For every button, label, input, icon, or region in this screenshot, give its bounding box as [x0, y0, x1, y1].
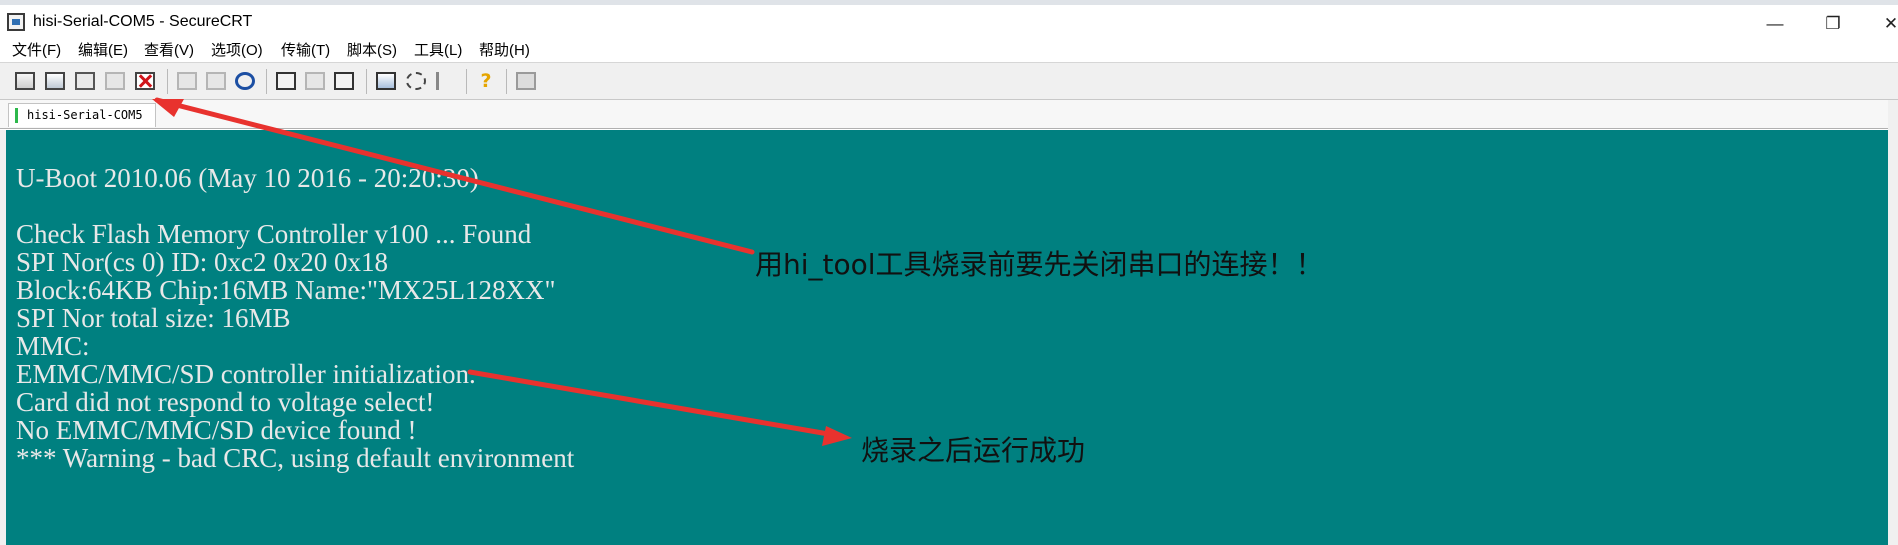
global-options-button[interactable] — [403, 69, 429, 94]
terminal-line: SPI Nor(cs 0) ID: 0xc2 0x20 0x18 — [16, 247, 388, 277]
quick-connect-icon — [45, 72, 65, 90]
toolbar-separator — [506, 69, 507, 94]
annotation-burn-success: 烧录之后运行成功 — [861, 434, 1086, 467]
keymap-button[interactable] — [433, 69, 459, 94]
help-button[interactable]: ? — [473, 69, 499, 94]
print-screen-button[interactable] — [273, 69, 299, 94]
menu-transfer[interactable]: 传输(T) — [281, 39, 330, 60]
copy-icon — [177, 72, 197, 90]
connect-in-tab-button[interactable] — [72, 69, 98, 94]
window-title: hisi-Serial-COM5 - SecureCRT — [33, 13, 253, 30]
session-tab-bar: hisi-Serial-COM5 — [0, 100, 1898, 129]
terminal-line: U-Boot 2010.06 (May 10 2016 - 20:20:30) — [16, 163, 479, 193]
menu-file[interactable]: 文件(F) — [12, 39, 61, 60]
terminal-screen[interactable]: U-Boot 2010.06 (May 10 2016 - 20:20:30) … — [0, 130, 1888, 545]
restore-button[interactable]: ❐ — [1810, 9, 1856, 39]
session-options-icon — [376, 72, 396, 90]
toolbar-separator — [266, 69, 267, 94]
toolbar-separator — [167, 69, 168, 94]
minimize-button[interactable]: — — [1752, 9, 1798, 39]
key-icon — [436, 72, 456, 90]
menu-edit[interactable]: 编辑(E) — [78, 39, 128, 60]
menu-script[interactable]: 脚本(S) — [347, 39, 397, 60]
connect-button[interactable] — [12, 69, 38, 94]
window-layout-icon — [516, 72, 536, 90]
connected-status-icon — [15, 108, 18, 123]
reconnect-icon — [105, 72, 125, 90]
tab-label: hisi-Serial-COM5 — [27, 108, 143, 122]
securecrt-window: hisi-Serial-COM5 - SecureCRT — ❐ ✕ 文件(F)… — [0, 0, 1898, 545]
toolbar-separator — [466, 69, 467, 94]
quick-connect-button[interactable] — [42, 69, 68, 94]
terminal-line: MMC: — [16, 331, 90, 361]
reconnect-button[interactable] — [102, 69, 128, 94]
terminal-line: Block:64KB Chip:16MB Name:"MX25L128XX" — [16, 275, 556, 305]
disconnect-icon — [135, 72, 155, 90]
terminal-line: Check Flash Memory Controller v100 ... F… — [16, 219, 532, 249]
terminal-line: No EMMC/MMC/SD device found ! — [16, 415, 417, 445]
find-button[interactable] — [232, 69, 258, 94]
print-selection-button[interactable] — [302, 69, 328, 94]
menu-view[interactable]: 查看(V) — [144, 39, 194, 60]
print-selection-icon — [305, 72, 325, 90]
terminal-line: EMMC/MMC/SD controller initialization. — [16, 359, 476, 389]
copy-button[interactable] — [174, 69, 200, 94]
printer-icon — [334, 72, 354, 90]
menu-help[interactable]: 帮助(H) — [479, 39, 530, 60]
tab-hisi-serial-com5[interactable]: hisi-Serial-COM5 — [8, 103, 156, 127]
connect-icon — [15, 72, 35, 90]
menu-options[interactable]: 选项(O) — [211, 39, 263, 60]
close-window-button[interactable]: ✕ — [1868, 9, 1898, 39]
paste-icon — [206, 72, 226, 90]
search-icon — [235, 72, 255, 90]
paste-button[interactable] — [203, 69, 229, 94]
print-button[interactable] — [331, 69, 357, 94]
window-layout-button[interactable] — [513, 69, 539, 94]
annotation-close-serial-first: 用hi_tool工具烧录前要先关闭串口的连接！！ — [755, 248, 1324, 281]
terminal-line: Card did not respond to voltage select! — [16, 387, 435, 417]
session-options-button[interactable] — [373, 69, 399, 94]
toolbar-separator — [366, 69, 367, 94]
help-icon: ? — [480, 70, 492, 92]
menu-bar: 文件(F) 编辑(E) 查看(V) 选项(O) 传输(T) 脚本(S) 工具(L… — [0, 36, 1898, 62]
gear-icon — [406, 72, 426, 90]
toolbar: ? — [0, 62, 1898, 100]
terminal-line: SPI Nor total size: 16MB — [16, 303, 291, 333]
connect-in-tab-icon — [75, 72, 95, 90]
securecrt-app-icon[interactable] — [7, 13, 25, 31]
print-screen-icon — [276, 72, 296, 90]
terminal-line: *** Warning - bad CRC, using default env… — [16, 443, 575, 473]
vertical-scrollbar[interactable] — [1888, 100, 1898, 545]
menu-tools[interactable]: 工具(L) — [414, 39, 462, 60]
disconnect-button[interactable] — [132, 69, 158, 94]
